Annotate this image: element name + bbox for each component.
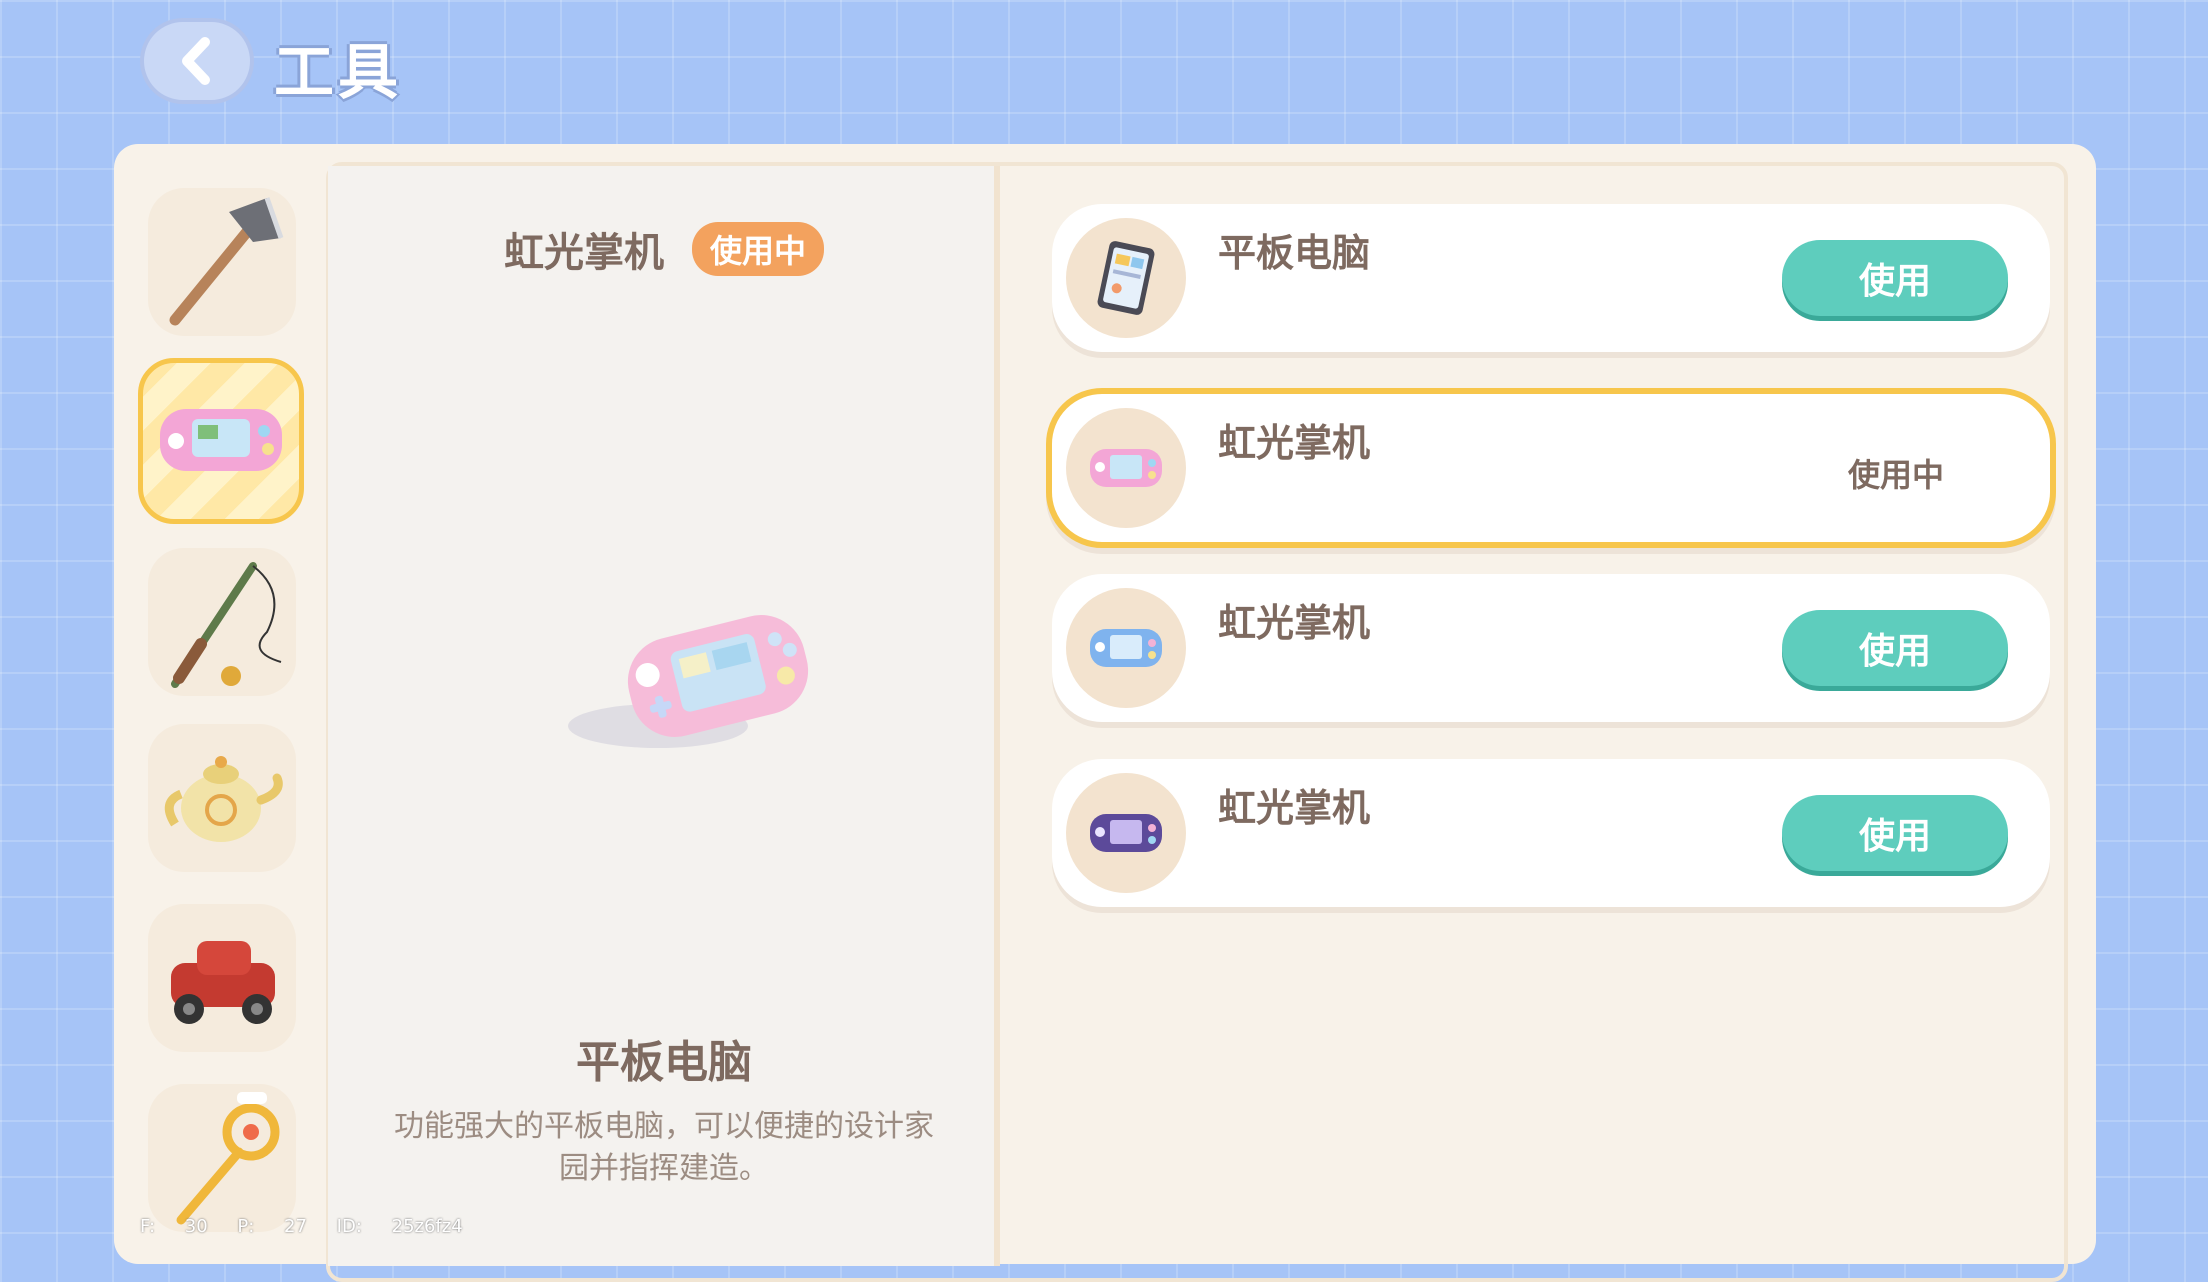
use-button[interactable]: 使用 [1782,795,2008,871]
sidebar-item-axe[interactable] [148,188,296,336]
axe-icon [169,197,284,326]
preview-title: 平板电脑 [576,1037,752,1088]
in-use-label: 使用中 [1847,456,1944,494]
pink-handheld-icon [1090,449,1162,487]
in-use-badge: 使用中 [691,222,824,276]
debug-p: P: 27 [237,1216,307,1237]
use-button[interactable]: 使用 [1782,240,2008,316]
debug-id: ID: 25z6fz4 [336,1216,463,1237]
magic-wand-icon [176,1092,280,1225]
back-button[interactable] [140,18,254,104]
handheld-console-icon [160,409,282,471]
list-item[interactable]: 平板电脑 使用 [1052,204,2050,352]
item-name: 虹光掌机 [1218,601,1371,645]
item-preview: 虹光掌机 使用中 平板电脑 功能强大的平板电脑，可以便捷的设计家园并指挥建造。 [328,166,1000,1266]
debug-overlay: F: 30 P: 27 ID: 25z6fz4 [140,1216,463,1237]
preview-item-name: 虹光掌机 [503,230,664,276]
teapot-icon [164,756,283,842]
sidebar-item-wand[interactable] [148,1084,296,1232]
debug-fps: F: 30 [140,1216,208,1237]
sidebar-item-handheld[interactable] [138,358,304,524]
use-button[interactable]: 使用 [1782,610,2008,686]
tablet-icon [1097,241,1155,315]
sidebar-item-teapot[interactable] [148,724,296,872]
divider [994,166,1000,1266]
list-item[interactable]: 虹光掌机 使用 [1052,759,2050,907]
pink-handheld-model-icon [568,615,809,748]
item-name: 平板电脑 [1218,231,1371,275]
item-thumb [1066,588,1186,708]
list-item[interactable]: 虹光掌机 使用 [1052,574,2050,722]
fishing-rod-icon [171,562,282,688]
page-title: 工具 [274,38,402,108]
sidebar-item-fishing-rod[interactable] [148,548,296,696]
category-sidebar [114,144,326,1242]
item-name: 虹光掌机 [1218,786,1371,830]
chevron-left-icon [182,37,210,85]
item-name: 虹光掌机 [1218,421,1371,465]
purple-handheld-icon [1090,814,1162,852]
item-thumb [1066,773,1186,893]
item-thumb [1066,218,1186,338]
preview-header: 虹光掌机 使用中 [328,220,1000,278]
item-thumb [1066,408,1186,528]
sidebar-item-toy-car[interactable] [148,904,296,1052]
preview-description: 功能强大的平板电脑，可以便捷的设计家园并指挥建造。 [394,1109,934,1186]
tools-panel: 虹光掌机 使用中 平板电脑 功能强大的平板电脑，可以便捷的设计家园并指挥建造。 … [114,144,2096,1282]
toy-car-icon [171,941,275,1024]
blue-handheld-icon [1090,629,1162,667]
preview-model [558,596,838,780]
list-item-selected[interactable]: 虹光掌机 使用中 [1046,388,2056,548]
